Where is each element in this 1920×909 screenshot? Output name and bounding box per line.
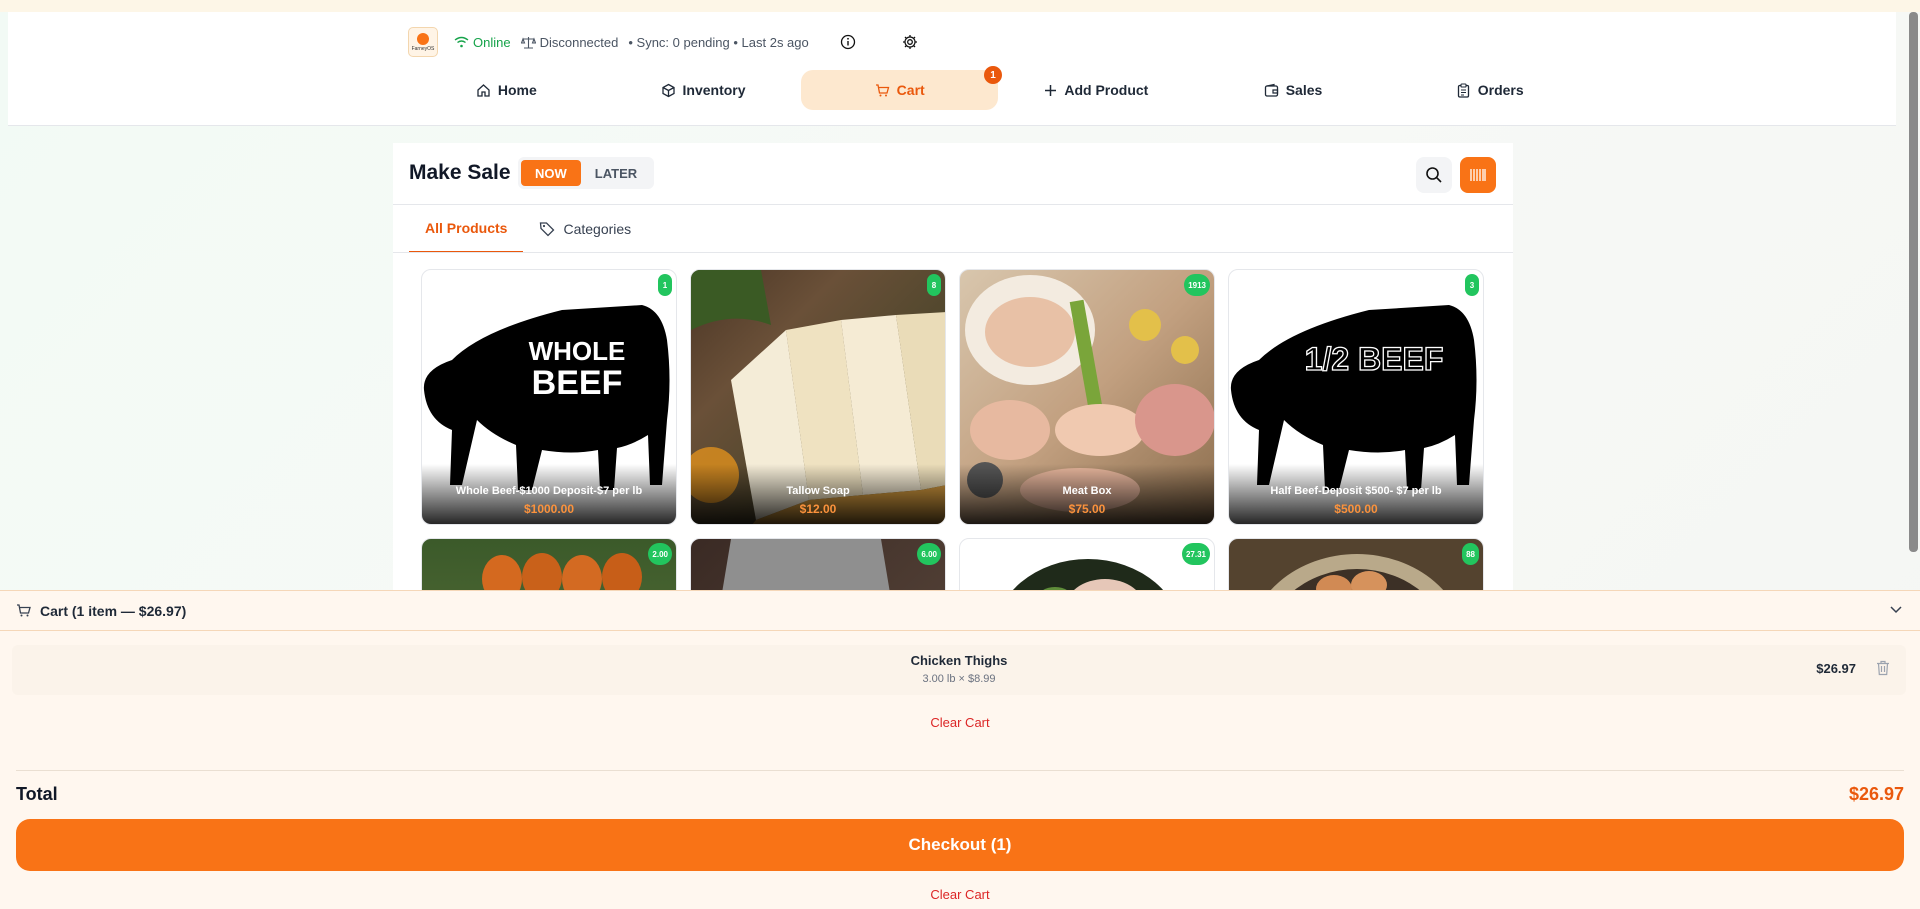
scale-icon [520,36,536,49]
wallet-icon [1264,83,1278,97]
sync-status: • Sync: 0 pending • Last 2s ago [628,34,809,50]
cart-line-item: Chicken Thighs 3.00 lb × $8.99 $26.97 [12,645,1906,695]
stock-badge: 6.00 [917,543,941,565]
stock-badge: 1 [658,274,672,296]
clear-cart-link[interactable]: Clear Cart [0,715,1920,730]
chevron-down-icon[interactable] [1888,601,1904,617]
nav-sales[interactable]: Sales [1195,70,1392,110]
app-logo[interactable]: FarneyOS [408,27,438,57]
trash-icon[interactable] [1876,660,1890,676]
total-label: Total [16,784,58,804]
make-sale-panel: Make Sale NOW LATER All Products Categor… [393,143,1513,794]
product-card-tallow-soap[interactable]: Tallow Soap $12.00 8 [690,269,946,525]
stock-badge: 3 [1465,274,1479,296]
cart-item-quantity: 3.00 lb × $8.99 [922,673,996,685]
stock-badge: 27.31 [1181,543,1210,565]
nav-inventory[interactable]: Inventory [605,70,802,110]
settings-button[interactable] [899,31,921,53]
cart-item-name: Chicken Thighs [910,653,1008,668]
gear-icon [902,35,917,49]
main-nav: Home Inventory Cart 1 Add Product Sales … [408,66,1588,110]
status-row: FarneyOS Online Disconnected • Sync: 0 p… [408,27,921,57]
scale-connection-status: Disconnected [520,34,619,50]
product-name: Half Beef-Deposit $500- $7 per lb [1270,485,1442,497]
search-icon [1426,167,1442,183]
logo-text: FarneyOS [411,45,435,52]
clear-cart-bottom-link[interactable]: Clear Cart [0,887,1920,902]
cart-summary: Cart (1 item — $26.97) [40,602,187,619]
tab-categories[interactable]: Categories [523,205,647,253]
product-price: $1000.00 [523,502,575,516]
nav-add-product-label: Add Product [1064,82,1149,98]
app-header: FarneyOS Online Disconnected • Sync: 0 p… [8,12,1896,126]
tabs-divider [393,252,1513,253]
barcode-scan-button[interactable] [1460,157,1496,193]
online-label: Online [473,34,511,50]
nav-orders-label: Orders [1477,82,1524,98]
nav-orders[interactable]: Orders [1391,70,1588,110]
info-icon [840,34,855,50]
stock-badge: 1913 [1184,274,1210,296]
tab-categories-label: Categories [563,221,632,237]
plus-icon [1045,84,1057,96]
product-price: $75.00 [1068,502,1106,516]
product-name: Meat Box [1062,485,1112,497]
product-card-half-beef[interactable]: 1/2 BEEF Half Beef-Deposit $500- $7 per … [1228,269,1484,525]
home-icon [477,83,490,97]
product-price: $500.00 [1334,502,1378,516]
page-scrollbar[interactable] [1909,12,1918,552]
nav-add-product[interactable]: Add Product [998,70,1195,110]
cart-icon [875,83,890,96]
nav-inventory-label: Inventory [682,82,746,98]
barcode-icon [1470,169,1486,181]
whole-beef-image-text-1: WHOLE [529,336,626,366]
nav-home[interactable]: Home [408,70,605,110]
online-status: Online [454,35,511,50]
cart-drawer-header[interactable]: Cart (1 item — $26.97) [0,591,1920,631]
product-tabs: All Products Categories [409,205,647,253]
page-title: Make Sale [409,161,511,184]
box-icon [661,83,675,97]
stock-badge: 8 [927,274,941,296]
tag-icon [540,222,555,237]
product-price: $12.00 [799,502,837,516]
cart-item-total: $26.97 [1816,661,1856,676]
product-card-whole-beef[interactable]: WHOLE BEEF Whole Beef-$1000 Deposit-$7 p… [421,269,677,525]
total-divider [16,770,1904,771]
product-card-meat-box[interactable]: Meat Box $75.00 1913 [959,269,1215,525]
nav-sales-label: Sales [1285,82,1323,98]
product-name: Whole Beef-$1000 Deposit-$7 per lb [455,485,643,497]
tab-all-products[interactable]: All Products [409,205,524,253]
wifi-icon [454,36,469,48]
half-beef-image-text: 1/2 BEEF [1305,341,1444,377]
cart-drawer: Cart (1 item — $26.97) Chicken Thighs 3.… [0,590,1920,909]
total-value: $26.97 [1848,784,1904,804]
make-sale-header: Make Sale NOW LATER [393,143,1513,205]
cart-icon [17,604,31,617]
clipboard-icon [1457,82,1469,98]
stock-badge: 88 [1462,543,1479,565]
checkout-button[interactable]: Checkout (1) [16,819,1904,871]
top-band [0,0,1920,12]
nav-cart-label: Cart [896,82,925,98]
whole-beef-image-text-2: BEEF [532,364,623,402]
sale-timing-toggle: NOW LATER [518,157,655,189]
search-button[interactable] [1416,157,1452,193]
later-toggle-button[interactable]: LATER [581,160,651,186]
stock-badge: 2.00 [648,543,672,565]
nav-home-label: Home [497,82,537,98]
now-toggle-button[interactable]: NOW [521,160,581,186]
logo-mark-icon [417,32,429,45]
connection-label: Disconnected [539,34,619,50]
product-name: Tallow Soap [786,485,850,497]
info-button[interactable] [837,31,859,53]
nav-cart[interactable]: Cart 1 [801,66,1003,110]
